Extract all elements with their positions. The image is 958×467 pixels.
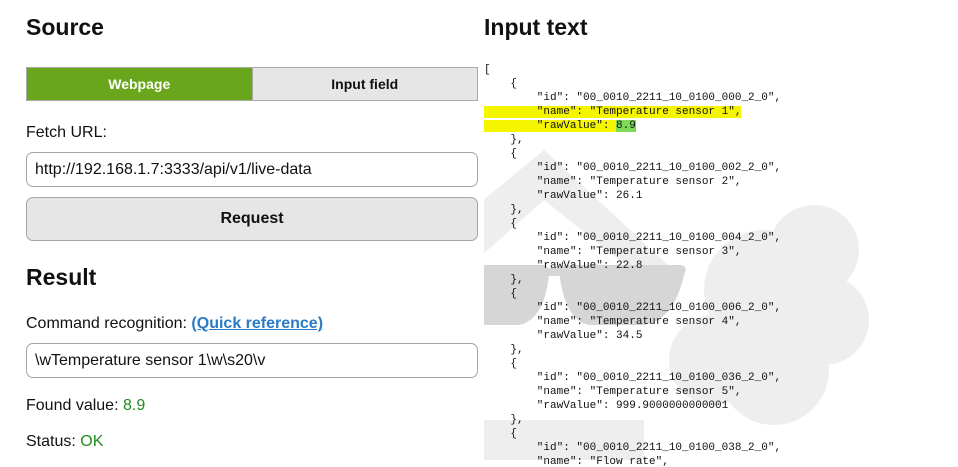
result-heading: Result [26, 264, 97, 290]
found-value-label: Found value: [26, 397, 119, 414]
json-line: "id": "00_0010_2211_10_0100_000_2_0", [484, 92, 782, 104]
json-line: [ [484, 64, 491, 76]
json-line: { [484, 218, 518, 230]
right-panel: Input text [ { "id": "00_0010_2211_10_01… [484, 0, 958, 467]
json-line: }, [484, 204, 524, 216]
fetch-url-input[interactable]: http://192.168.1.7:3333/api/v1/live-data [26, 152, 478, 187]
json-line: "name": "Temperature sensor 2", [484, 176, 742, 188]
request-button[interactable]: Request [26, 197, 478, 241]
json-line: { [484, 358, 518, 370]
json-line: "rawValue": 26.1 [484, 190, 643, 202]
json-line: }, [484, 414, 524, 426]
json-line: { [484, 148, 518, 160]
json-line: "id": "00_0010_2211_10_0100_038_2_0", [484, 442, 782, 454]
json-line: "name": "Temperature sensor 3", [484, 246, 742, 258]
json-line: "name": "Temperature sensor 5", [484, 386, 742, 398]
source-heading: Source [26, 14, 104, 40]
json-line: }, [484, 134, 524, 146]
json-line: "rawValue": 22.8 [484, 260, 643, 272]
json-line: }, [484, 274, 524, 286]
status-row: Status: OK [26, 433, 103, 451]
json-line: { [484, 288, 518, 300]
json-line: "name": "Flow rate", [484, 456, 669, 467]
json-matched-value: 8.9 [616, 120, 636, 132]
json-line: "rawValue": 999.9000000000001 [484, 400, 729, 412]
json-line: { [484, 78, 518, 90]
status-label: Status: [26, 433, 76, 450]
json-line: "id": "00_0010_2211_10_0100_006_2_0", [484, 302, 782, 314]
input-text-heading: Input text [484, 14, 588, 40]
found-value-row: Found value: 8.9 [26, 397, 145, 415]
json-line-highlighted: "name": "Temperature sensor 1", [484, 106, 742, 118]
json-line: "name": "Temperature sensor 4", [484, 316, 742, 328]
json-line: }, [484, 344, 524, 356]
json-line: "rawValue": 34.5 [484, 330, 643, 342]
fetch-url-label: Fetch URL: [26, 124, 107, 141]
json-line: "id": "00_0010_2211_10_0100_004_2_0", [484, 232, 782, 244]
json-line: "id": "00_0010_2211_10_0100_036_2_0", [484, 372, 782, 384]
status-value: OK [80, 433, 104, 450]
json-line-highlighted-value: "rawValue": 8.9 [484, 120, 636, 132]
tab-webpage[interactable]: Webpage [27, 68, 252, 100]
command-recognition-text: Command recognition: [26, 315, 187, 332]
quick-reference-link[interactable]: (Quick reference) [191, 315, 323, 332]
json-line: "id": "00_0010_2211_10_0100_002_2_0", [484, 162, 782, 174]
source-tabs: Webpage Input field [26, 67, 478, 101]
input-text-json: [ { "id": "00_0010_2211_10_0100_000_2_0"… [484, 63, 781, 467]
command-input[interactable]: \wTemperature sensor 1\w\s20\v [26, 343, 478, 378]
json-line: { [484, 428, 518, 440]
found-value: 8.9 [122, 397, 146, 414]
app-page: Source Webpage Input field Fetch URL: ht… [0, 0, 958, 467]
tab-input-field[interactable]: Input field [251, 68, 477, 100]
command-recognition-label: Command recognition: (Quick reference) [26, 315, 323, 333]
